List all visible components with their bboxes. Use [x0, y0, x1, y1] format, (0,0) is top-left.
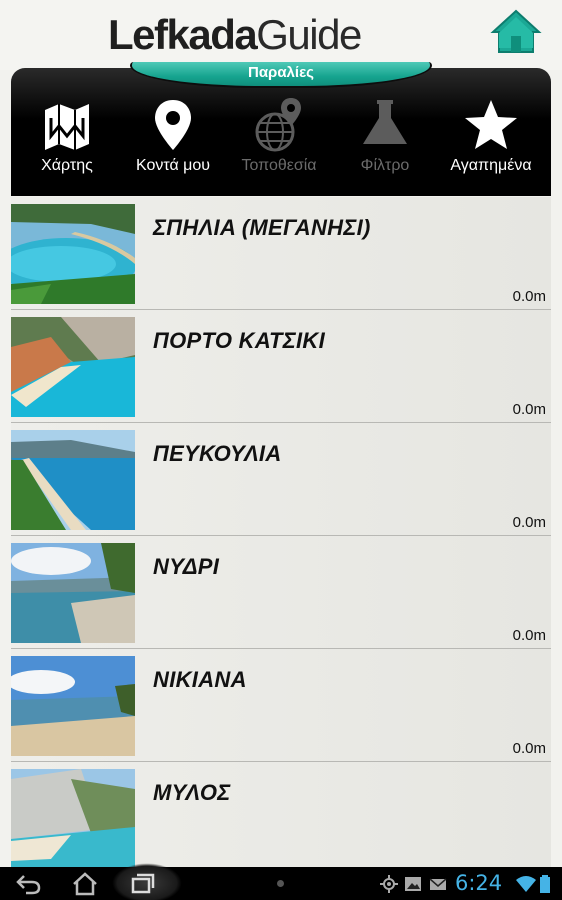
beach-name: ΠΕΥΚΟΥΛΙΑ: [153, 441, 282, 466]
image-icon: [405, 877, 421, 891]
list-item[interactable]: ΝΙΚΙΑΝΑ 0.0m: [11, 649, 551, 762]
beach-list: ΣΠΗΛΙΑ (ΜΕΓΑΝΗΣΙ) 0.0m ΠΟΡΤΟ ΚΑΤΣΙΚΙ 0.0…: [11, 197, 551, 867]
beach-thumbnail: [11, 430, 135, 530]
logo-bold: Lefkada: [108, 11, 258, 58]
logo-light: Guide: [256, 11, 362, 58]
home-nav-button[interactable]: [70, 871, 100, 897]
toolbar-map-button[interactable]: Χάρτης: [15, 96, 119, 186]
gps-icon: [380, 875, 398, 893]
beach-thumbnail: [11, 769, 135, 867]
app-logo: LefkadaGuide: [108, 11, 362, 58]
beach-name: ΝΙΚΙΑΝΑ: [153, 667, 247, 692]
home-icon: [490, 9, 542, 53]
back-icon: [16, 875, 41, 895]
toolbar-favorites-label: Αγαπημένα: [450, 157, 532, 174]
toolbar-location-button[interactable]: Τοποθεσία: [227, 96, 331, 186]
list-item[interactable]: ΠΕΥΚΟΥΛΙΑ 0.0m: [11, 423, 551, 536]
toolbar-filter-button[interactable]: Φίλτρο: [333, 96, 437, 186]
toolbar-favorites-button[interactable]: Αγαπημένα: [439, 96, 543, 186]
toolbar-filter-label: Φίλτρο: [360, 157, 410, 174]
beach-thumbnail: [11, 656, 135, 756]
home-icon: [73, 872, 97, 896]
page-indicator-dot: [277, 880, 284, 887]
recent-apps-button[interactable]: [128, 871, 158, 897]
status-clock: 6:24: [455, 871, 503, 895]
beach-thumbnail: [11, 543, 135, 643]
toolbar-nearby-button[interactable]: Κοντά μου: [121, 96, 225, 186]
back-button[interactable]: [14, 871, 44, 897]
list-item[interactable]: ΣΠΗΛΙΑ (ΜΕΓΑΝΗΣΙ) 0.0m: [11, 197, 551, 310]
beach-distance: 0.0m: [512, 740, 546, 757]
mail-icon: [429, 878, 447, 890]
beach-thumbnail: [11, 204, 135, 304]
star-icon: [465, 100, 517, 149]
beach-thumbnail: [11, 317, 135, 417]
beach-name: ΣΠΗΛΙΑ (ΜΕΓΑΝΗΣΙ): [153, 215, 371, 240]
location-pin-icon: [155, 100, 191, 150]
beach-distance: 0.0m: [512, 401, 546, 418]
globe-pin-icon: [255, 98, 301, 152]
home-button[interactable]: [490, 8, 542, 56]
beach-name: ΜΥΛΟΣ: [153, 780, 231, 805]
beach-distance: 0.0m: [512, 288, 546, 305]
toolbar-map-label: Χάρτης: [41, 157, 93, 174]
list-item[interactable]: ΠΟΡΤΟ ΚΑΤΣΙΚΙ 0.0m: [11, 310, 551, 423]
wifi-icon: [516, 876, 536, 892]
map-icon: [45, 104, 89, 150]
battery-icon: [540, 875, 550, 893]
beach-distance: 0.0m: [512, 514, 546, 531]
system-navigation-bar: 6:24: [0, 863, 562, 900]
list-item[interactable]: ΝΥΔΡΙ 0.0m: [11, 536, 551, 649]
beach-distance: 0.0m: [512, 627, 546, 644]
flask-icon: [363, 100, 407, 144]
list-item[interactable]: ΜΥΛΟΣ: [11, 762, 551, 867]
toolbar-nearby-label: Κοντά μου: [135, 157, 211, 174]
app-header: LefkadaGuide: [0, 0, 562, 70]
recent-apps-icon: [131, 873, 155, 894]
beach-name: ΝΥΔΡΙ: [153, 554, 220, 579]
beach-name: ΠΟΡΤΟ ΚΑΤΣΙΚΙ: [153, 328, 326, 353]
toolbar-location-label: Τοποθεσία: [241, 157, 317, 174]
